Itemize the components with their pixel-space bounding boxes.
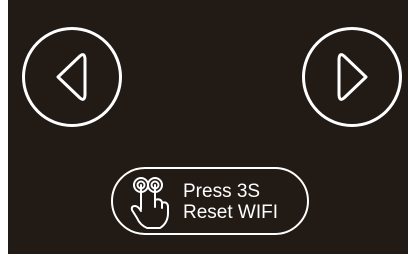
control-panel: Press 3S Reset WIFI [8, 0, 408, 254]
two-finger-touch-icon [130, 177, 169, 229]
reset-wifi-button[interactable]: Press 3S Reset WIFI [111, 167, 309, 235]
reset-wifi-line1: Press 3S [183, 181, 261, 202]
next-button[interactable] [302, 27, 402, 127]
chevron-left-icon [56, 53, 87, 101]
previous-button[interactable] [22, 27, 122, 127]
reset-wifi-line2: Reset WIFI [183, 202, 279, 223]
chevron-right-icon [337, 53, 368, 101]
reset-wifi-label: Press 3S Reset WIFI [183, 181, 278, 223]
